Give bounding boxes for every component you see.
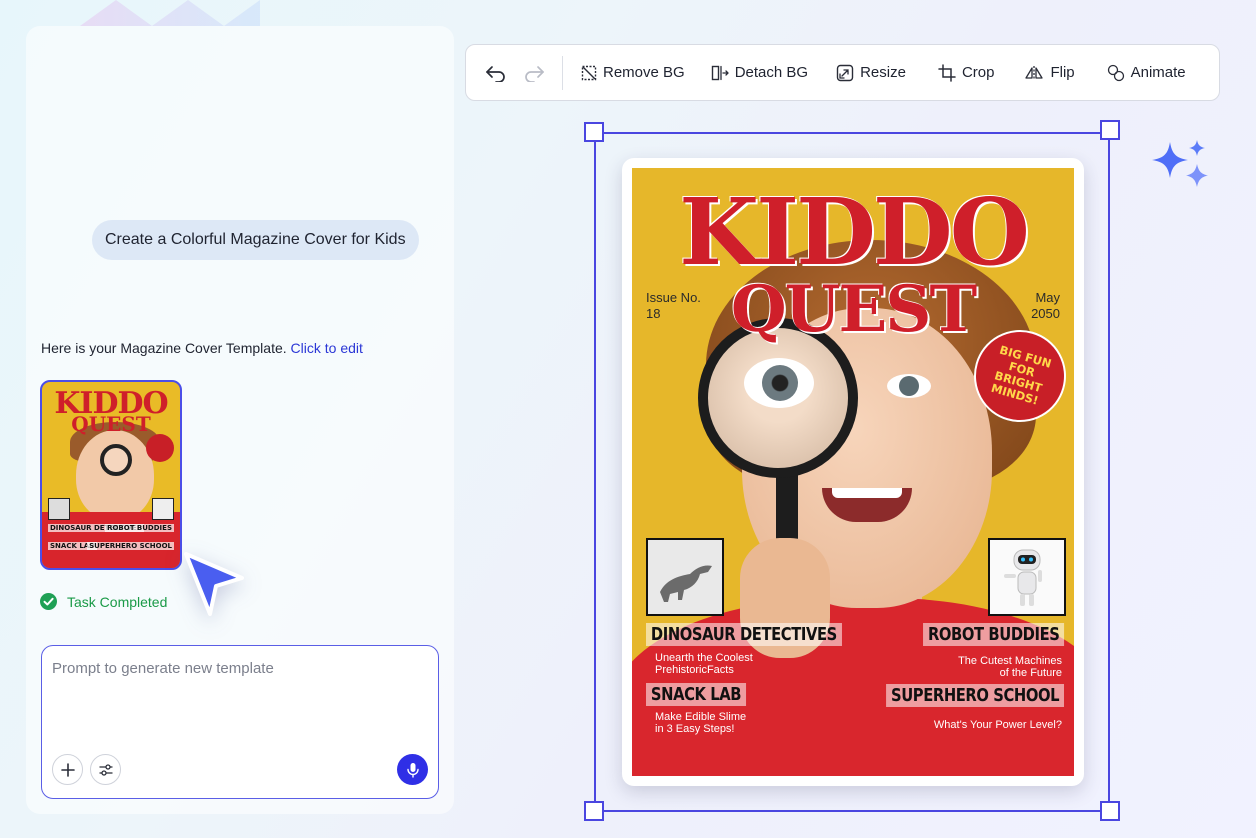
microphone-button[interactable] — [397, 754, 428, 785]
microphone-icon — [406, 762, 419, 778]
assistant-reply: Here is your Magazine Cover Template. Cl… — [41, 340, 363, 356]
thumb-story-3: ROBOT BUDDIES — [105, 524, 174, 532]
settings-button[interactable] — [90, 754, 121, 785]
selection-frame[interactable] — [594, 132, 1110, 812]
flip-icon — [1025, 65, 1044, 80]
undo-button[interactable] — [484, 61, 508, 85]
detach-bg-icon — [711, 65, 729, 80]
thumb-magnifier — [100, 444, 132, 476]
detach-bg-label: Detach BG — [734, 64, 809, 81]
undo-icon — [486, 65, 505, 82]
flip-button[interactable]: Flip — [1024, 64, 1075, 81]
prompt-input[interactable] — [52, 660, 428, 748]
user-message-bubble: Create a Colorful Magazine Cover for Kid… — [92, 220, 419, 260]
thumb-story-4: SUPERHERO SCHOOL — [87, 542, 174, 550]
resize-handle-bottom-right[interactable] — [1100, 801, 1120, 821]
status-text: Task Completed — [67, 593, 168, 610]
reply-text: Here is your Magazine Cover Template. — [41, 340, 287, 356]
resize-handle-top-left[interactable] — [584, 122, 604, 142]
decorative-shape — [80, 0, 260, 26]
remove-bg-label: Remove BG — [603, 64, 685, 81]
redo-button[interactable] — [522, 61, 546, 85]
resize-handle-top-right[interactable] — [1100, 120, 1120, 140]
resize-button[interactable]: Resize — [836, 64, 906, 82]
animate-button[interactable]: Animate — [1107, 64, 1186, 82]
animate-label: Animate — [1130, 64, 1186, 81]
thumb-photo-dino — [48, 498, 70, 520]
prompt-box — [41, 645, 439, 799]
toolbar-divider — [562, 55, 563, 90]
flip-label: Flip — [1050, 64, 1075, 81]
remove-bg-button[interactable]: Remove BG — [581, 64, 685, 81]
thumb-title-line2: QUEST — [71, 412, 151, 436]
editor-toolbar: Remove BG Detach BG Resize Crop Flip Ani… — [465, 44, 1220, 101]
task-status: Task Completed — [40, 593, 167, 610]
resize-label: Resize — [860, 64, 906, 81]
thumb-shirt — [42, 512, 180, 568]
sliders-icon — [98, 763, 113, 776]
remove-bg-icon — [581, 65, 597, 80]
crop-icon — [938, 63, 956, 82]
crop-label: Crop — [961, 64, 995, 81]
template-thumbnail[interactable]: KIDDO QUEST DINOSAUR DETECTIVES SNACK LA… — [40, 380, 182, 570]
thumb-badge — [146, 434, 174, 462]
pointer-cursor-icon — [184, 552, 244, 616]
animate-icon — [1107, 64, 1124, 81]
add-button[interactable] — [52, 754, 83, 785]
click-to-edit-link[interactable]: Click to edit — [291, 340, 363, 356]
sparkle-icon — [1152, 140, 1208, 187]
crop-button[interactable]: Crop — [938, 63, 995, 82]
detach-bg-button[interactable]: Detach BG — [711, 64, 808, 81]
resize-icon — [836, 64, 854, 81]
resize-handle-bottom-left[interactable] — [584, 801, 604, 821]
plus-icon — [60, 762, 75, 777]
thumb-photo-robot — [152, 498, 174, 520]
check-circle-icon — [40, 593, 57, 610]
redo-icon — [525, 65, 544, 82]
